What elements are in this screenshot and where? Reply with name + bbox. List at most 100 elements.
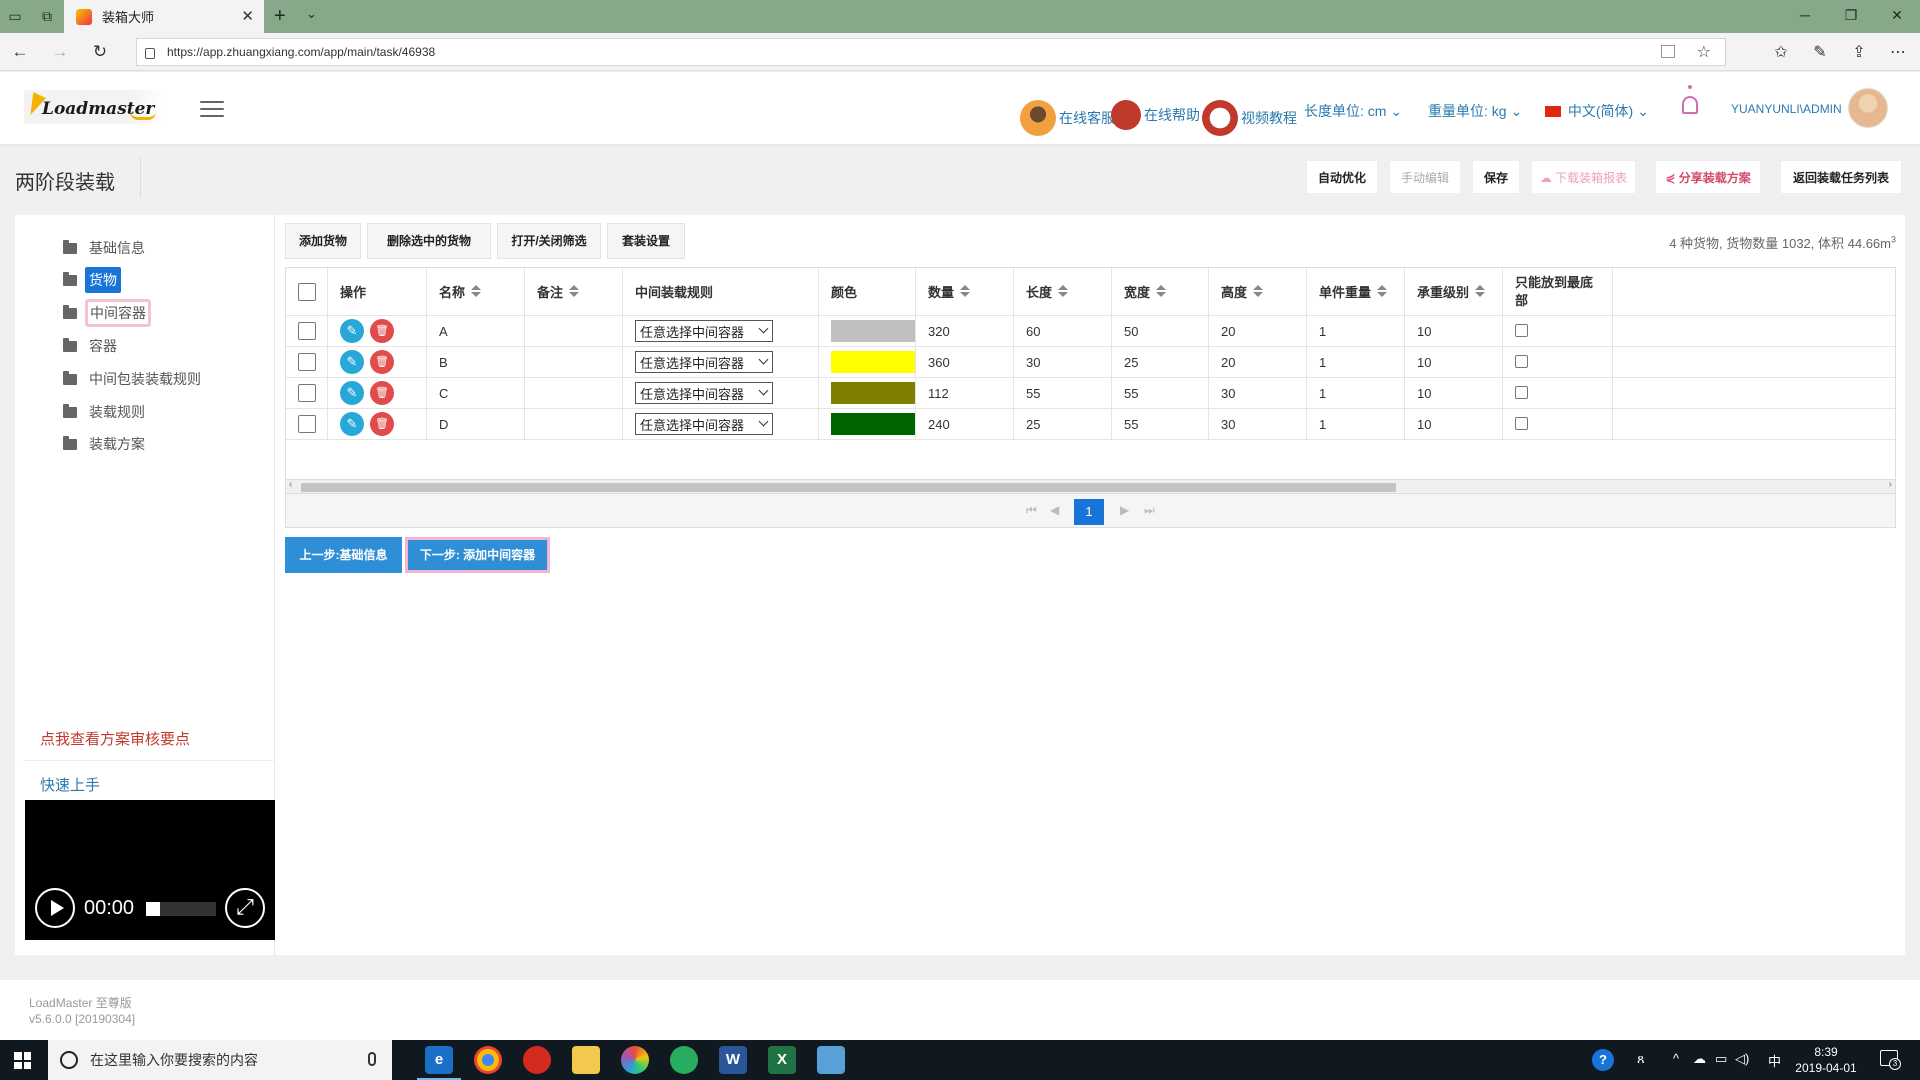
video-tutorial-link[interactable]: 视频教程	[1202, 100, 1297, 136]
green-app-icon[interactable]	[670, 1046, 698, 1074]
weight-unit-dropdown[interactable]: 重量单位: kg ⌄	[1428, 101, 1522, 121]
people-icon[interactable]: ጸ	[1637, 1051, 1645, 1067]
sidebar-item-container[interactable]: 容器	[63, 333, 121, 359]
menu-toggle-icon[interactable]	[200, 101, 224, 122]
color-picker-app-icon[interactable]	[621, 1046, 649, 1074]
more-menu-icon[interactable]: ⋯	[1886, 42, 1910, 62]
video-player[interactable]: 00:00	[25, 800, 275, 940]
red-app-icon[interactable]	[523, 1046, 551, 1074]
bell-icon[interactable]	[1682, 96, 1698, 114]
sidebar-item-intermediate-packing-rules[interactable]: 中间包装装载规则	[63, 366, 205, 392]
url-field[interactable]: https://app.zhuangxiang.com/app/main/tas…	[136, 38, 1726, 66]
language-dropdown[interactable]: 中文(简体) ⌄	[1545, 101, 1649, 121]
sort-icon[interactable]	[1377, 285, 1385, 297]
column-header-select[interactable]	[286, 268, 328, 315]
excel-icon[interactable]: X	[768, 1046, 796, 1074]
save-button[interactable]: 保存	[1472, 160, 1520, 194]
length-unit-dropdown[interactable]: 长度单位: cm ⌄	[1304, 101, 1402, 121]
sort-icon[interactable]	[569, 285, 577, 297]
favorite-star-icon[interactable]: ☆	[1697, 42, 1711, 62]
sort-icon[interactable]	[1156, 285, 1164, 297]
sidebar-item-goods[interactable]: 货物	[63, 267, 121, 293]
back-to-task-list-button[interactable]: 返回装载任务列表	[1780, 160, 1902, 194]
help-tray-icon[interactable]: ?	[1592, 1049, 1614, 1071]
color-swatch[interactable]	[831, 320, 915, 342]
sort-icon[interactable]	[471, 285, 479, 297]
last-page-icon[interactable]: ⏭	[1144, 503, 1155, 518]
intermediate-rule-select[interactable]: 任意选择中间容器	[635, 320, 773, 342]
reading-view-icon[interactable]	[1661, 45, 1675, 58]
bottom-only-checkbox[interactable]	[1515, 324, 1528, 337]
tray-chevron-up-icon[interactable]: ^	[1673, 1051, 1679, 1066]
current-page[interactable]: 1	[1074, 499, 1104, 525]
column-header-weight[interactable]: 单件重量	[1307, 268, 1405, 315]
sort-icon[interactable]	[1253, 285, 1261, 297]
edit-icon[interactable]: ✎	[340, 350, 364, 374]
column-header-width[interactable]: 宽度	[1112, 268, 1209, 315]
next-step-button[interactable]: 下一步: 添加中间容器	[405, 537, 550, 573]
online-help-link[interactable]: 在线帮助	[1111, 100, 1200, 130]
column-header-remark[interactable]: 备注	[525, 268, 623, 315]
sidebar-item-loading-plan[interactable]: 装载方案	[63, 431, 149, 457]
row-checkbox[interactable]	[298, 322, 316, 340]
pen-notes-icon[interactable]: ✎	[1808, 42, 1832, 62]
tab-close-icon[interactable]: ✕	[241, 7, 254, 25]
online-service-link[interactable]: 在线客服	[1020, 100, 1115, 136]
chrome-icon[interactable]	[474, 1046, 502, 1074]
microphone-icon[interactable]	[368, 1052, 376, 1066]
intermediate-rule-select[interactable]: 任意选择中间容器	[635, 382, 773, 404]
delete-selected-button[interactable]: 删除选中的货物	[367, 223, 491, 259]
onedrive-cloud-icon[interactable]: ☁	[1693, 1051, 1706, 1067]
kit-settings-button[interactable]: 套装设置	[607, 223, 685, 259]
new-tab-icon[interactable]: +	[274, 5, 286, 28]
username[interactable]: YUANYUNLI\ADMIN	[1731, 102, 1842, 116]
tab-menu-chevron-icon[interactable]: ⌄	[306, 6, 317, 22]
avatar[interactable]	[1848, 88, 1888, 128]
download-report-button[interactable]: ☁ 下载装箱报表	[1531, 160, 1636, 194]
color-swatch[interactable]	[831, 351, 915, 373]
sort-icon[interactable]	[1058, 285, 1066, 297]
browser-tab[interactable]: 装箱大师 ✕	[64, 0, 264, 33]
sort-icon[interactable]	[1475, 285, 1483, 297]
taskbar-search-input[interactable]: 在这里输入你要搜索的内容	[48, 1040, 392, 1080]
toggle-filter-button[interactable]: 打开/关闭筛选	[497, 223, 601, 259]
file-explorer-icon[interactable]	[572, 1046, 600, 1074]
scroll-left-icon[interactable]: ‹	[289, 479, 292, 490]
edit-icon[interactable]: ✎	[340, 381, 364, 405]
delete-icon[interactable]: 🗑	[370, 319, 394, 343]
sidebar-item-basic-info[interactable]: 基础信息	[63, 235, 149, 261]
video-progress-bar[interactable]	[146, 902, 216, 916]
manual-edit-button[interactable]: 手动编辑	[1389, 160, 1461, 194]
review-points-link[interactable]: 点我查看方案审核要点	[40, 728, 190, 749]
select-all-checkbox[interactable]	[298, 282, 316, 301]
auto-optimize-button[interactable]: 自动优化	[1306, 160, 1378, 194]
tab-set-aside-icon[interactable]: ⧉	[36, 6, 58, 26]
share-plan-button[interactable]: ⋞ 分享装载方案	[1655, 160, 1761, 194]
bottom-only-checkbox[interactable]	[1515, 386, 1528, 399]
column-header-name[interactable]: 名称	[427, 268, 525, 315]
sidebar-item-intermediate-container[interactable]: 中间容器	[63, 299, 151, 327]
edge-browser-icon[interactable]: e	[417, 1046, 461, 1080]
delete-icon[interactable]: 🗑	[370, 381, 394, 405]
back-icon[interactable]: ←	[8, 42, 32, 62]
fullscreen-icon[interactable]	[225, 888, 265, 928]
sidebar-item-loading-rules[interactable]: 装载规则	[63, 399, 149, 425]
network-icon[interactable]: ▭	[1715, 1051, 1727, 1067]
system-clock[interactable]: 8:39 2019-04-01	[1790, 1044, 1862, 1076]
row-checkbox[interactable]	[298, 384, 316, 402]
app-window-icon[interactable]	[817, 1046, 845, 1074]
bottom-only-checkbox[interactable]	[1515, 417, 1528, 430]
volume-icon[interactable]: ◁)	[1735, 1051, 1749, 1067]
edit-icon[interactable]: ✎	[340, 412, 364, 436]
color-swatch[interactable]	[831, 413, 915, 435]
loadmaster-logo[interactable]: Loadmaster	[24, 90, 164, 124]
first-page-icon[interactable]: ⏮	[1026, 503, 1037, 518]
windows-start-icon[interactable]	[14, 1052, 31, 1069]
scroll-right-icon[interactable]: ›	[1889, 479, 1892, 490]
window-close-icon[interactable]: ✕	[1882, 7, 1912, 24]
column-header-height[interactable]: 高度	[1209, 268, 1307, 315]
add-goods-button[interactable]: 添加货物	[285, 223, 361, 259]
quick-start-link[interactable]: 快速上手	[40, 774, 100, 795]
refresh-icon[interactable]: ↻	[88, 42, 112, 62]
scrollbar-thumb[interactable]	[301, 483, 1396, 492]
